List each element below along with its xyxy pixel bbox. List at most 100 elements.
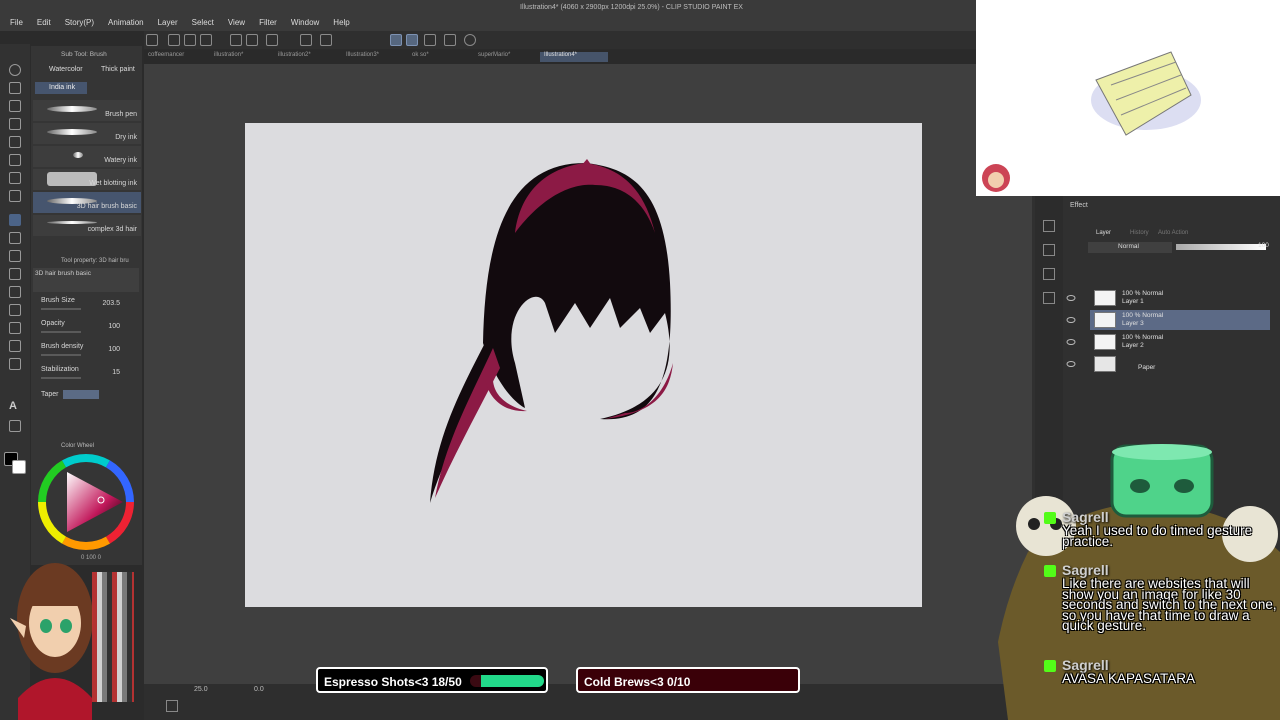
text-icon[interactable]: A <box>9 400 21 412</box>
layer-opacity-value[interactable]: 100 <box>1258 242 1269 249</box>
transform-icon[interactable] <box>320 34 332 46</box>
help-icon[interactable] <box>464 34 476 46</box>
brush-item-dry-ink[interactable]: Dry ink <box>33 123 141 144</box>
snap-grid-icon[interactable] <box>424 34 436 46</box>
opacity-value[interactable]: 100 <box>108 323 120 330</box>
new-file-icon[interactable] <box>168 34 180 46</box>
brush-label: Brush pen <box>105 111 137 118</box>
group-watercolor[interactable]: Watercolor <box>49 66 83 73</box>
brush-item-watery-ink[interactable]: Watery ink <box>33 146 141 167</box>
fill-icon[interactable] <box>300 34 312 46</box>
tab-layer[interactable]: Layer <box>1096 230 1111 236</box>
visibility-eye-icon[interactable] <box>1066 294 1076 302</box>
tab-coffeemancer[interactable]: coffeemancer <box>144 52 200 62</box>
menu-help[interactable]: Help <box>333 18 349 27</box>
layer-row[interactable]: 100 % Normal Layer 3 <box>1090 310 1270 330</box>
menu-edit[interactable]: Edit <box>37 18 51 27</box>
layer-row[interactable]: 100 % Normal Layer 2 <box>1090 332 1270 352</box>
zoom-icon[interactable] <box>9 64 21 76</box>
group-thick-paint[interactable]: Thick paint <box>101 66 135 73</box>
figure-icon[interactable] <box>9 322 21 334</box>
layer-row[interactable]: 100 % Normal Layer 1 <box>1090 288 1270 308</box>
sub-color-swatch[interactable] <box>12 460 26 474</box>
brush-density-value[interactable]: 100 <box>108 346 120 353</box>
brush-icon[interactable] <box>9 214 21 226</box>
pan-icon[interactable] <box>9 118 21 130</box>
color-set-palette[interactable] <box>92 572 134 702</box>
blend-mode-select[interactable]: Normal <box>1088 242 1172 253</box>
navigator-panel <box>976 0 1280 196</box>
visibility-eye-icon[interactable] <box>1066 360 1076 368</box>
brush-size-value[interactable]: 203.5 <box>102 300 120 307</box>
canvas-icon[interactable] <box>146 34 158 46</box>
ruler-icon[interactable] <box>9 358 21 370</box>
visibility-eye-icon[interactable] <box>1066 338 1076 346</box>
snap-special-ruler-icon[interactable] <box>406 34 418 46</box>
tab-history[interactable]: History <box>1130 230 1149 236</box>
menu-select[interactable]: Select <box>192 18 214 27</box>
brush-item-3d-hair-basic[interactable]: 3D hair brush basic <box>33 192 141 213</box>
move-icon[interactable] <box>9 82 21 94</box>
visibility-eye-icon[interactable] <box>1066 316 1076 324</box>
opacity-slider[interactable] <box>41 331 81 333</box>
pencil-icon[interactable] <box>9 190 21 202</box>
brush-density-slider[interactable] <box>41 354 81 356</box>
goal-track <box>470 675 544 687</box>
tab-illustration3[interactable]: Illustration3* <box>342 52 408 62</box>
frame-icon[interactable] <box>9 340 21 352</box>
redo-icon[interactable] <box>246 34 258 46</box>
blend-icon[interactable] <box>9 304 21 316</box>
tab-illustration2[interactable]: illustration2* <box>274 52 340 62</box>
magic-wand-icon[interactable] <box>9 154 21 166</box>
history-icon[interactable] <box>1043 292 1055 304</box>
menu-view[interactable]: View <box>228 18 245 27</box>
fill-tool-icon[interactable] <box>9 268 21 280</box>
eraser-icon[interactable] <box>9 250 21 262</box>
palette-icon[interactable] <box>1043 220 1055 232</box>
group-india-ink[interactable]: India ink <box>35 82 87 94</box>
menu-animation[interactable]: Animation <box>108 18 144 27</box>
clear-icon[interactable] <box>266 34 278 46</box>
menu-filter[interactable]: Filter <box>259 18 277 27</box>
tab-ok-so[interactable]: ok so* <box>408 52 474 62</box>
tab-auto-action[interactable]: Auto Action <box>1158 230 1188 236</box>
stabilization-slider[interactable] <box>41 377 81 379</box>
tab-illustration4[interactable]: Illustration4* <box>540 52 608 62</box>
kick-icon <box>1044 565 1056 577</box>
brush-item-complex-3d-hair[interactable]: complex 3d hair <box>33 215 141 236</box>
gradient-icon[interactable] <box>9 286 21 298</box>
snap-ruler-icon[interactable] <box>390 34 402 46</box>
layer-opacity-slider[interactable] <box>1176 244 1266 250</box>
layer-row[interactable]: Paper <box>1090 354 1270 374</box>
menu-layer[interactable]: Layer <box>158 18 178 27</box>
brush-item-brush-pen[interactable]: Brush pen <box>33 100 141 121</box>
select-icon[interactable] <box>9 100 21 112</box>
taper-control[interactable] <box>63 390 99 399</box>
menu-file[interactable]: File <box>10 18 23 27</box>
tab-illustration[interactable]: illustration* <box>210 52 276 62</box>
undo-icon[interactable] <box>230 34 242 46</box>
save-icon[interactable] <box>200 34 212 46</box>
airbrush-icon[interactable] <box>9 232 21 244</box>
open-file-icon[interactable] <box>184 34 196 46</box>
navigator-toggle-icon[interactable] <box>166 700 178 712</box>
chat-message: Yeah I used to do timed gesture practice… <box>1062 523 1253 549</box>
canvas-tabs: coffeemancer illustration* illustration2… <box>144 50 976 64</box>
brush-item-wet-blotting-ink[interactable]: Wet blotting ink <box>33 169 141 190</box>
angle-readout[interactable]: 0.0 <box>254 686 264 693</box>
settings-icon[interactable] <box>444 34 456 46</box>
menu-window[interactable]: Window <box>291 18 319 27</box>
pen-icon[interactable] <box>9 172 21 184</box>
brush-size-slider[interactable] <box>41 308 81 310</box>
layer-thumbnail <box>1094 312 1116 328</box>
eyedropper-icon[interactable] <box>9 136 21 148</box>
layer-property-icon[interactable] <box>1043 244 1055 256</box>
material-icon[interactable] <box>1043 268 1055 280</box>
tab-supermario[interactable]: superMario* <box>474 52 540 62</box>
layer-name: Paper <box>1138 364 1156 371</box>
menu-story[interactable]: Story(P) <box>65 18 94 27</box>
zoom-readout[interactable]: 25.0 <box>194 686 208 693</box>
stabilization-value[interactable]: 15 <box>112 369 120 376</box>
balloon-icon[interactable] <box>9 420 21 432</box>
cold-brew-goal-bar: Cold Brews<3 0/10 <box>576 667 800 693</box>
